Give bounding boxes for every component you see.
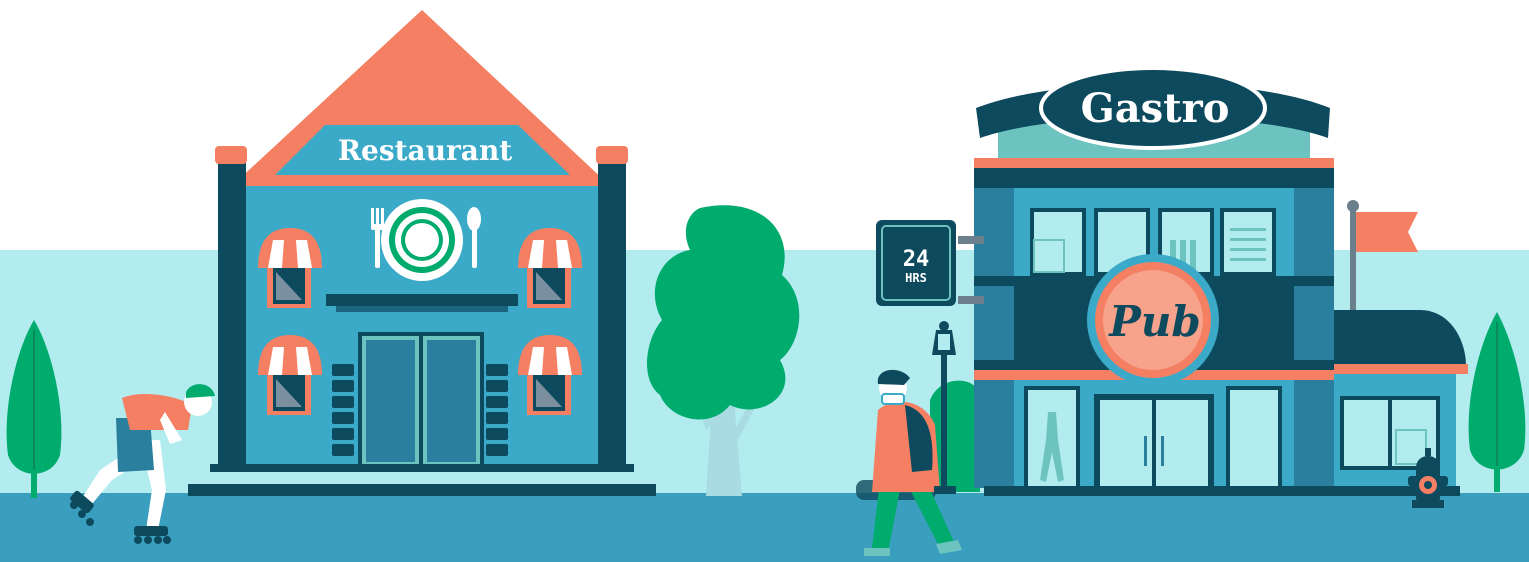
restaurant-sign-text: Restaurant xyxy=(338,134,513,167)
restaurant-left-pillar xyxy=(218,162,246,464)
pub-door-handle-left xyxy=(1144,436,1147,466)
restaurant-step-mid xyxy=(200,472,644,484)
pub-coral-strip xyxy=(974,158,1334,168)
restaurant-right-pillar xyxy=(598,162,626,464)
pub-base xyxy=(984,486,1330,496)
restaurant-cornice xyxy=(236,178,608,186)
annex-flag-pole xyxy=(1350,210,1356,310)
pub-door-handle-right xyxy=(1161,436,1164,466)
annex-window-glass-left xyxy=(1344,400,1388,466)
pub-middle-band-right xyxy=(1294,286,1334,360)
hours-sign-number: 24 xyxy=(903,247,930,272)
restaurant-step-top xyxy=(210,464,634,472)
pub-lower-window-right-glass xyxy=(1230,390,1278,488)
pub-cornice xyxy=(974,168,1334,188)
restaurant-door-ledge-shadow xyxy=(336,306,508,312)
city-street-scene: Restaurant Gastro Pub 24 HRS xyxy=(0,0,1529,562)
restaurant-step-bottom xyxy=(188,484,656,496)
gastro-sign-text: Gastro xyxy=(1081,85,1230,132)
hours-sign-bracket-top xyxy=(958,236,984,244)
restaurant-door-right xyxy=(423,336,480,466)
street xyxy=(0,493,1529,562)
annex-base xyxy=(1330,486,1460,496)
hours-sign-unit: HRS xyxy=(905,271,927,285)
hours-sign-bracket-bottom xyxy=(958,296,984,304)
restaurant-door-ledge xyxy=(326,294,518,306)
restaurant-right-pillar-cap xyxy=(596,146,628,164)
pub-sign-text: Pub xyxy=(1108,297,1201,346)
restaurant-left-pillar-cap xyxy=(215,146,247,164)
annex-flag-pole-top xyxy=(1347,200,1359,212)
annex-awning-strip xyxy=(1334,364,1468,374)
restaurant-door-left xyxy=(362,336,419,466)
